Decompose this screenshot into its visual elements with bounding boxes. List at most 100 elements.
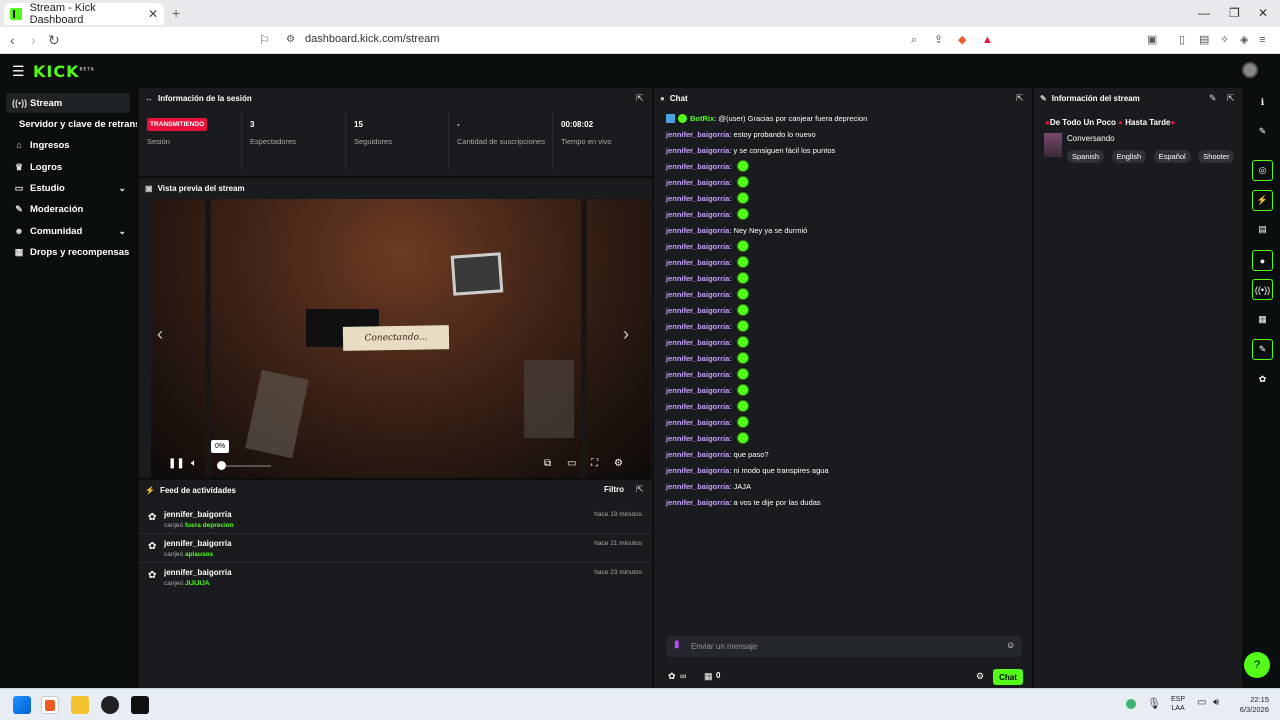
chat-username[interactable]: jennifer_baigorria: [666, 370, 729, 379]
user-avatar[interactable]: [1242, 62, 1258, 78]
emoji-icon[interactable]: ☺: [1006, 640, 1015, 650]
chat-username[interactable]: jennifer_baigorria: [666, 322, 729, 331]
vpn-icon[interactable]: ◈: [1240, 32, 1248, 48]
category-thumbnail[interactable]: [1044, 133, 1062, 157]
sidebar-item-ingresos[interactable]: ⌂ Ingresos: [6, 135, 130, 155]
brave-rewards-icon[interactable]: ▲: [982, 32, 993, 48]
edit-icon[interactable]: ✎: [1209, 93, 1217, 104]
tag[interactable]: English: [1111, 150, 1147, 163]
zoom-icon[interactable]: ⌕: [911, 32, 917, 48]
language-indicator[interactable]: ESP LAA: [1171, 695, 1185, 713]
notes-icon[interactable]: ▤: [1252, 219, 1273, 240]
chat-username[interactable]: jennifer_baigorria: [666, 482, 729, 491]
network-icon[interactable]: ▭: [1197, 697, 1206, 708]
popout-icon[interactable]: ⇱: [636, 93, 644, 104]
status-icon[interactable]: [1126, 699, 1136, 709]
tag[interactable]: Spanish: [1067, 150, 1105, 163]
tab-close-icon[interactable]: ✕: [148, 7, 158, 21]
obs-icon[interactable]: [101, 696, 119, 714]
app-window-icon[interactable]: [131, 696, 149, 714]
lightning-icon[interactable]: ⚡: [1252, 190, 1273, 211]
pip-icon[interactable]: ⧉: [544, 458, 551, 469]
chat-username[interactable]: jennifer_baigorria: [666, 466, 729, 475]
chat-username[interactable]: jennifer_baigorria: [666, 418, 729, 427]
wallet-icon[interactable]: ▤: [1199, 32, 1209, 48]
menu-icon[interactable]: ≡: [1259, 32, 1265, 48]
chat-username[interactable]: jennifer_baigorria: [666, 290, 729, 299]
chat-username[interactable]: jennifer_baigorria: [666, 258, 729, 267]
fullscreen-icon[interactable]: ⛶: [591, 458, 598, 469]
hamburger-menu-icon[interactable]: ☰: [12, 63, 25, 80]
chat-username[interactable]: jennifer_baigorria: [666, 450, 729, 459]
category-name[interactable]: Conversando: [1067, 134, 1115, 143]
video-player[interactable]: Conectando... ‹ › 0% ❚❚ 🔈︎ ⧉ ▭ ⛶ ⚙: [151, 199, 651, 478]
leo-icon[interactable]: ✧: [1220, 32, 1229, 48]
chat-input-box[interactable]: ▮ ☺: [666, 636, 1022, 657]
sidebar-item-logros[interactable]: ♛ Logros: [6, 157, 130, 177]
windows-start-icon[interactable]: [13, 696, 31, 714]
chat-username[interactable]: jennifer_baigorria: [666, 434, 729, 443]
chat-username[interactable]: jennifer_baigorria: [666, 146, 729, 155]
volume-icon[interactable]: 🔈︎: [191, 458, 197, 469]
minimize-icon[interactable]: —: [1198, 6, 1210, 20]
chat-settings-icon[interactable]: ⚙: [976, 671, 984, 682]
sidebar-toggle-icon[interactable]: ▯: [1179, 32, 1185, 48]
microphone-icon[interactable]: 🎙︎: [1147, 697, 1161, 710]
help-chat-icon[interactable]: ?: [1244, 652, 1270, 678]
chat-widget-icon[interactable]: ●: [1252, 250, 1273, 271]
layout-icon[interactable]: ▦: [1252, 309, 1273, 330]
browser-tab[interactable]: Stream - Kick Dashboard ✕: [4, 2, 164, 26]
next-arrow-icon[interactable]: ›: [623, 324, 629, 345]
info-icon[interactable]: ℹ: [1252, 92, 1273, 113]
edit-icon[interactable]: ✎: [1252, 121, 1273, 142]
back-icon[interactable]: ‹: [10, 32, 15, 48]
share-icon[interactable]: ⇪: [934, 32, 943, 48]
speaker-icon[interactable]: 🔊︎: [1213, 697, 1219, 708]
sidebar-item-drops[interactable]: ▦ Drops y recompensas: [6, 242, 130, 262]
volume-slider-knob[interactable]: [217, 461, 226, 470]
sidebar-item-estudio[interactable]: ▭ Estudio ⌄: [6, 178, 130, 198]
wrench-widget-icon[interactable]: ✎: [1252, 339, 1273, 360]
tag[interactable]: Español: [1153, 150, 1191, 163]
chat-username[interactable]: jennifer_baigorria: [666, 386, 729, 395]
tag[interactable]: Shooter: [1198, 150, 1235, 163]
reward-icon[interactable]: ✿: [1252, 369, 1273, 390]
sidebar-item-stream-key[interactable]: Servidor y clave de retransmisión: [19, 119, 137, 130]
reload-icon[interactable]: ↻: [48, 32, 60, 48]
sidebar-item-comunidad[interactable]: ☻ Comunidad ⌄: [6, 221, 130, 241]
chat-username[interactable]: BotRix: [690, 114, 714, 123]
chat-username[interactable]: jennifer_baigorria: [666, 242, 729, 251]
chat-send-button[interactable]: Chat: [993, 669, 1023, 685]
maximize-icon[interactable]: ❐: [1229, 6, 1240, 20]
volume-slider[interactable]: [221, 465, 271, 467]
brave-browser-icon[interactable]: [41, 696, 59, 714]
gift-icon[interactable]: ▦: [704, 671, 713, 682]
popout-icon[interactable]: ⇱: [1016, 93, 1024, 104]
chat-username[interactable]: jennifer_baigorria: [666, 498, 729, 507]
close-window-icon[interactable]: ✕: [1258, 6, 1268, 20]
chat-username[interactable]: jennifer_baigorria: [666, 194, 729, 203]
prev-arrow-icon[interactable]: ‹: [157, 324, 163, 345]
chat-username[interactable]: jennifer_baigorria: [666, 306, 729, 315]
chat-username[interactable]: jennifer_baigorria: [666, 162, 729, 171]
filter-button[interactable]: Filtro: [604, 485, 624, 494]
theater-mode-icon[interactable]: ▭: [567, 458, 576, 469]
chat-username[interactable]: jennifer_baigorria: [666, 210, 729, 219]
chat-username[interactable]: jennifer_baigorria: [666, 178, 729, 187]
settings-icon[interactable]: ⚙: [614, 458, 623, 469]
kick-logo[interactable]: KICKBETA: [33, 62, 95, 81]
forward-icon[interactable]: ›: [31, 32, 36, 48]
chat-username[interactable]: jennifer_baigorria: [666, 274, 729, 283]
new-tab-icon[interactable]: +: [172, 5, 180, 21]
chat-username[interactable]: jennifer_baigorria: [666, 226, 729, 235]
chat-username[interactable]: jennifer_baigorria: [666, 402, 729, 411]
chat-message-input[interactable]: [691, 640, 991, 653]
address-bar[interactable]: dashboard.kick.com/stream: [305, 33, 440, 45]
sidebar-item-stream[interactable]: ((•)) Stream: [6, 93, 130, 113]
chat-username[interactable]: jennifer_baigorria: [666, 130, 729, 139]
site-info-icon[interactable]: ⚙: [286, 32, 295, 48]
pause-icon[interactable]: ❚❚: [168, 458, 185, 469]
file-explorer-icon[interactable]: [71, 696, 89, 714]
points-icon[interactable]: ✿: [668, 671, 676, 682]
extension-icon[interactable]: ▣: [1147, 32, 1157, 48]
